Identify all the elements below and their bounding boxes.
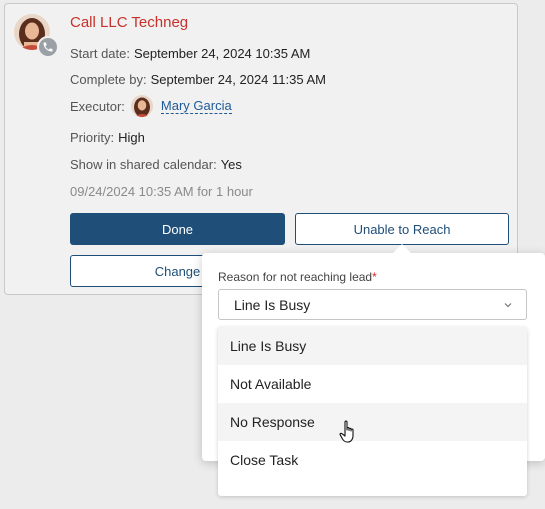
shared-calendar-label: Show in shared calendar:	[70, 157, 217, 172]
shared-calendar-row: Show in shared calendar: Yes	[70, 157, 242, 172]
complete-by-value: September 24, 2024 11:35 AM	[150, 72, 326, 87]
executor-name-link[interactable]: Mary Garcia	[160, 98, 232, 114]
done-button[interactable]: Done	[70, 213, 285, 245]
reason-options-list: Line Is Busy Not Available No Response C…	[218, 327, 527, 496]
option-line-is-busy[interactable]: Line Is Busy	[218, 327, 527, 365]
phone-icon	[37, 36, 59, 58]
option-no-response[interactable]: No Response	[218, 403, 527, 441]
priority-row: Priority: High	[70, 130, 145, 145]
complete-by-row: Complete by: September 24, 2024 11:35 AM	[70, 72, 326, 87]
start-date-row: Start date: September 24, 2024 10:35 AM	[70, 46, 310, 61]
popup-arrow	[393, 244, 411, 253]
reason-label-text: Reason for not reaching lead	[218, 270, 373, 284]
executor-row: Executor: Mary Garcia	[70, 95, 232, 117]
reason-select[interactable]: Line Is Busy	[218, 289, 527, 320]
reason-label: Reason for not reaching lead*	[218, 270, 377, 284]
unable-to-reach-button[interactable]: Unable to Reach	[295, 213, 509, 245]
start-date-value: September 24, 2024 10:35 AM	[133, 46, 311, 61]
chevron-down-icon	[502, 298, 514, 314]
activity-meta: 09/24/2024 10:35 AM for 1 hour	[70, 184, 253, 199]
option-close-task[interactable]: Close Task	[218, 441, 527, 479]
activity-title[interactable]: Call LLC Techneg	[70, 14, 188, 31]
shared-calendar-value: Yes	[220, 157, 242, 172]
priority-label: Priority:	[70, 130, 115, 145]
hand-cursor-icon	[339, 420, 359, 449]
option-not-available[interactable]: Not Available	[218, 365, 527, 403]
executor-label: Executor:	[70, 98, 125, 114]
start-date-label: Start date:	[70, 46, 130, 61]
complete-by-label: Complete by:	[70, 72, 147, 87]
required-mark: *	[372, 270, 377, 284]
reason-select-value: Line Is Busy	[234, 296, 311, 313]
executor-avatar	[130, 95, 153, 117]
priority-value: High	[118, 130, 145, 145]
